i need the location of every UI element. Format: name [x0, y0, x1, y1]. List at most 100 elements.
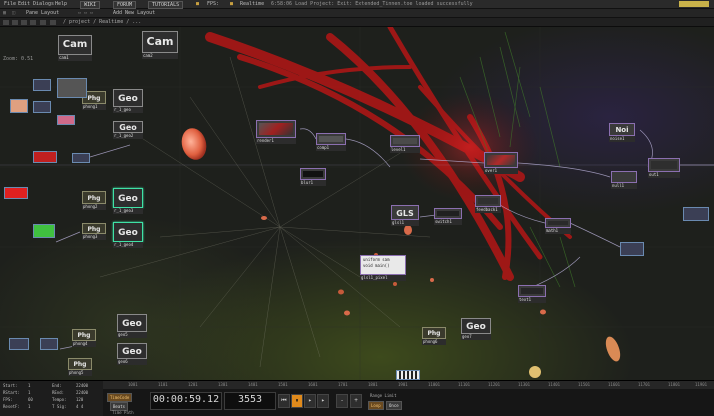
over-node[interactable]: over1 — [484, 152, 518, 174]
chop-node-11[interactable] — [40, 338, 58, 356]
network-editor[interactable]: Zoom: 0.51 Cam cam1 Cam cam2 Geo r_1_geo… — [0, 27, 714, 380]
geo-node-7[interactable]: Geo geo7 — [461, 318, 491, 340]
math-node[interactable]: math1 — [545, 218, 571, 234]
back-icon[interactable] — [12, 20, 18, 25]
noise-node-body: Noi — [609, 123, 635, 136]
tutorials-button[interactable]: TUTORIALS — [148, 1, 184, 9]
fps-value[interactable]: 60 — [28, 397, 33, 403]
step-next-button[interactable]: + — [350, 394, 362, 408]
timecode-display[interactable]: 00:00:59.12 — [150, 392, 222, 410]
chop-node-5[interactable] — [57, 115, 75, 131]
time-paths-label[interactable]: Time Path — [112, 410, 134, 415]
home-icon[interactable] — [3, 20, 9, 25]
text-node-label: text1 — [518, 297, 546, 303]
rstart-value[interactable]: 1 — [28, 390, 30, 396]
forum-button[interactable]: FORUM — [113, 1, 137, 9]
step-back-button[interactable]: - — [336, 394, 348, 408]
noise-node[interactable]: Noi noise1 — [609, 123, 635, 142]
menu-dialogs[interactable]: Dialogs — [33, 0, 54, 9]
chop-node-12[interactable] — [683, 207, 709, 227]
phong-node-6[interactable]: Phg phong6 — [422, 327, 446, 345]
geo-node-6[interactable]: Geo geo6 — [117, 343, 147, 365]
license-badge[interactable] — [679, 1, 709, 7]
geo-node-7-title: Geo — [466, 322, 486, 332]
chop-node-9[interactable] — [33, 224, 55, 238]
level-node-label: level1 — [390, 147, 420, 153]
chop-node-12-body — [683, 207, 709, 221]
rewind-button[interactable]: ⏮ — [278, 394, 290, 408]
phong-node-2[interactable]: Phg phong2 — [82, 191, 106, 210]
phong-node-3[interactable]: Phg phong3 — [82, 223, 106, 240]
wiki-button[interactable]: WIKI — [80, 1, 101, 9]
frame-display[interactable]: 3553 — [224, 392, 276, 410]
geo-node-3[interactable]: Geo r_1_geo3 — [113, 188, 143, 214]
layout-bar: ▦ ◫ Pane Layout ▭ ▭ ▭ Add New Layout — [0, 9, 714, 18]
geo-node-4[interactable]: Geo r_1_geo4 — [113, 222, 143, 248]
view-icon[interactable] — [40, 20, 46, 25]
chop-node-14[interactable] — [396, 370, 420, 380]
pane-layout-button[interactable]: Pane Layout — [26, 9, 59, 18]
record-icon[interactable]: ■ — [230, 0, 233, 9]
out-node[interactable]: out1 — [648, 158, 680, 178]
switch-node-label: switch1 — [434, 219, 462, 225]
settings-icon[interactable] — [50, 20, 56, 25]
split-icon[interactable]: ◫ — [12, 9, 15, 18]
chop-node-3[interactable] — [10, 99, 28, 119]
render-node[interactable]: render1 — [256, 120, 296, 144]
timeline-ruler[interactable]: 1001 1101 1201 1301 1401 1501 1601 1701 … — [103, 381, 714, 389]
phong-node-4[interactable]: Phg phong4 — [72, 329, 96, 347]
layout-preset-icons[interactable]: ▭ ▭ ▭ — [78, 9, 93, 18]
chop-node-10[interactable] — [9, 338, 29, 356]
phong-node-5[interactable]: Phg phong5 — [68, 358, 92, 376]
forward-icon[interactable] — [21, 20, 27, 25]
chop-node-1[interactable] — [33, 79, 51, 97]
menu-edit[interactable]: Edit — [18, 0, 30, 9]
switch-node[interactable]: switch1 — [434, 208, 462, 225]
chop-node-13[interactable] — [620, 242, 644, 256]
tsig-value[interactable]: 4 4 — [76, 404, 83, 410]
cam-node-2[interactable]: Cam cam2 — [142, 31, 178, 59]
up-icon[interactable] — [30, 20, 36, 25]
ruler-tick: 1501 — [278, 382, 288, 387]
resetf-value[interactable]: 1 — [28, 404, 30, 410]
geo-node-1[interactable]: Geo r_1_geo — [113, 89, 143, 113]
menu-file[interactable]: File — [4, 0, 16, 9]
start-value[interactable]: 1 — [28, 383, 30, 389]
comp-node[interactable]: comp1 — [316, 133, 346, 151]
glsl-node[interactable]: GLS glsl1 — [391, 205, 419, 226]
feedback-node[interactable]: feedback1 — [475, 195, 501, 213]
chop-node-8[interactable] — [4, 187, 28, 205]
timecode-mode-button[interactable]: TimeCode — [107, 393, 133, 402]
chop-node-3-body — [10, 99, 28, 113]
phong-node-1-label: phong1 — [82, 104, 106, 110]
play-button[interactable]: ▸ — [304, 394, 316, 408]
chop-node-1-body — [33, 79, 51, 91]
blur-node[interactable]: blur1 — [300, 168, 326, 186]
chop-node-6[interactable] — [33, 151, 57, 163]
tempo-value[interactable]: 120 — [76, 397, 83, 403]
ruler-tick: 1701 — [338, 382, 348, 387]
once-button[interactable]: Once — [386, 401, 402, 410]
menu-help[interactable]: Help — [55, 0, 67, 9]
grid-icon[interactable]: ▦ — [3, 9, 6, 18]
pause-button[interactable]: ⏸ — [291, 394, 303, 408]
glsl-code-node[interactable]: uniform sam void main() glsl1_pixel — [360, 255, 406, 281]
chop-node-4[interactable] — [57, 78, 87, 104]
add-layout-button[interactable]: Add New Layout — [113, 9, 155, 18]
network-path[interactable]: / project / Realtime / ... — [63, 18, 141, 27]
text-node[interactable]: text1 — [518, 285, 546, 303]
loop-button[interactable]: Loop — [368, 401, 384, 410]
geo-node-2[interactable]: Geo r_1_geo2 — [113, 121, 143, 139]
phong-node-2-body: Phg — [82, 191, 106, 204]
perform-icon[interactable]: ■ — [196, 0, 199, 9]
null-node[interactable]: null1 — [611, 171, 637, 189]
ruler-tick: 11601 — [608, 382, 621, 387]
end-value[interactable]: 22400 — [76, 383, 88, 389]
geo-node-5[interactable]: Geo geo5 — [117, 314, 147, 338]
step-forward-button[interactable]: ▸ — [317, 394, 329, 408]
cam-node-1[interactable]: Cam cam1 — [58, 35, 92, 61]
rend-value[interactable]: 22400 — [76, 390, 88, 396]
chop-node-2[interactable] — [33, 101, 51, 119]
chop-node-7[interactable] — [72, 153, 90, 163]
level-node[interactable]: level1 — [390, 135, 420, 153]
